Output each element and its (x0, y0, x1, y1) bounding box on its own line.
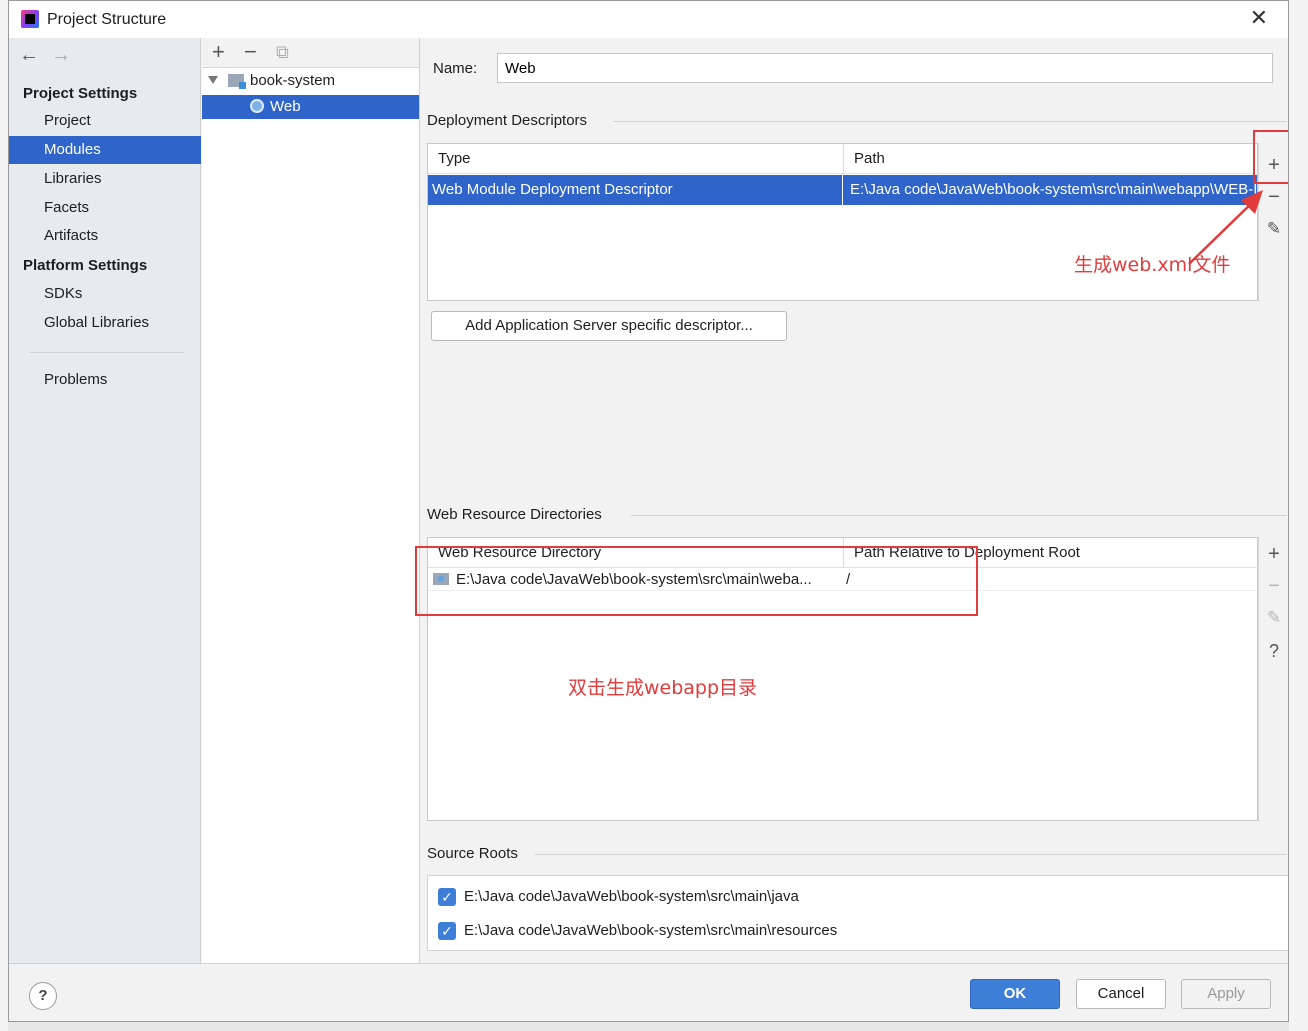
sidebar-divider (29, 352, 184, 353)
settings-sidebar: ← → Project Settings Project Modules Libr… (9, 38, 201, 963)
apply-button[interactable]: Apply (1181, 979, 1271, 1009)
dialog-title: Project Structure (47, 11, 167, 28)
dialog-footer: ? OK Cancel Apply (9, 963, 1288, 1021)
section-divider (535, 854, 1287, 855)
sidebar-item-facets[interactable]: Facets (9, 194, 201, 222)
facet-settings-panel: Name: Deployment Descriptors Type Path W… (415, 38, 1288, 963)
source-roots-list: ✓ E:\Java code\JavaWeb\book-system\src\m… (427, 875, 1288, 951)
sidebar-item-sdks[interactable]: SDKs (9, 280, 201, 308)
close-icon[interactable]: ✕ (1250, 7, 1268, 29)
background-ide-left (0, 0, 8, 1031)
expand-arrow-icon[interactable] (208, 76, 218, 84)
platform-settings-heading: Platform Settings (23, 257, 148, 274)
descriptor-type-cell: Web Module Deployment Descriptor (432, 181, 673, 198)
sidebar-item-project[interactable]: Project (9, 107, 201, 135)
source-root-java: E:\Java code\JavaWeb\book-system\src\mai… (464, 888, 799, 905)
source-root-checkbox[interactable]: ✓ (438, 888, 456, 906)
sidebar-item-modules[interactable]: Modules (9, 136, 201, 164)
name-label: Name: (433, 60, 478, 77)
section-divider (631, 515, 1287, 516)
help-icon[interactable]: ? (1259, 640, 1288, 662)
module-folder-icon (228, 74, 246, 89)
title-bar: Project Structure ✕ (9, 1, 1288, 38)
section-divider (613, 121, 1287, 122)
project-structure-dialog: Project Structure ✕ ← → Project Settings … (8, 0, 1289, 1022)
tree-item-web[interactable]: Web (202, 95, 419, 119)
remove-directory-icon[interactable]: − (1259, 575, 1288, 597)
sidebar-item-problems[interactable]: Problems (9, 366, 201, 394)
source-roots-title: Source Roots (427, 845, 518, 862)
annotation-box-add (1253, 130, 1288, 184)
ok-button[interactable]: OK (970, 979, 1060, 1009)
intellij-app-icon (21, 10, 39, 28)
column-header-type[interactable]: Type (428, 144, 843, 174)
add-server-descriptor-button[interactable]: Add Application Server specific descript… (431, 311, 787, 341)
forward-arrow-icon[interactable]: → (51, 44, 71, 66)
help-button[interactable]: ? (29, 982, 57, 1010)
copy-module-icon[interactable]: ⧉ (276, 40, 289, 64)
module-tree-pane: + − ⧉ book-system Web (202, 38, 420, 963)
tree-toolbar: + − ⧉ (202, 38, 419, 68)
sidebar-item-global-libraries[interactable]: Global Libraries (9, 309, 201, 337)
cancel-button[interactable]: Cancel (1076, 979, 1166, 1009)
remove-module-icon[interactable]: − (244, 40, 257, 64)
table-row[interactable]: Web Module Deployment Descriptor E:\Java… (428, 175, 1257, 205)
web-resource-directories-title: Web Resource Directories (427, 506, 602, 523)
add-directory-icon[interactable]: + (1259, 543, 1288, 565)
annotation-generate-web-xml: 生成web.xml文件 (1074, 254, 1231, 276)
sidebar-item-artifacts[interactable]: Artifacts (9, 222, 201, 250)
annotation-double-click-webapp: 双击生成webapp目录 (568, 677, 758, 699)
tree-item-label: Web (270, 98, 301, 115)
tree-item-book-system[interactable]: book-system (202, 69, 419, 93)
source-root-resources: E:\Java code\JavaWeb\book-system\src\mai… (464, 922, 838, 939)
deployment-descriptors-title: Deployment Descriptors (427, 112, 588, 129)
web-resource-tools: + − ✎ ? (1258, 537, 1288, 821)
name-field[interactable] (497, 53, 1273, 83)
sidebar-item-libraries[interactable]: Libraries (9, 165, 201, 193)
back-arrow-icon[interactable]: ← (19, 44, 39, 66)
edit-directory-icon[interactable]: ✎ (1259, 607, 1288, 629)
background-ide (1289, 0, 1308, 1031)
web-facet-icon (250, 99, 264, 113)
deployment-descriptors-table: Type Path Web Module Deployment Descript… (427, 143, 1258, 301)
tree-item-label: book-system (250, 72, 336, 89)
project-settings-heading: Project Settings (23, 85, 138, 102)
add-module-icon[interactable]: + (212, 40, 225, 64)
column-header-path[interactable]: Path (844, 144, 1258, 174)
source-root-checkbox[interactable]: ✓ (438, 922, 456, 940)
annotation-box-web-resource (415, 546, 978, 616)
column-separator (842, 175, 843, 205)
nav-arrows: ← → (19, 44, 83, 67)
